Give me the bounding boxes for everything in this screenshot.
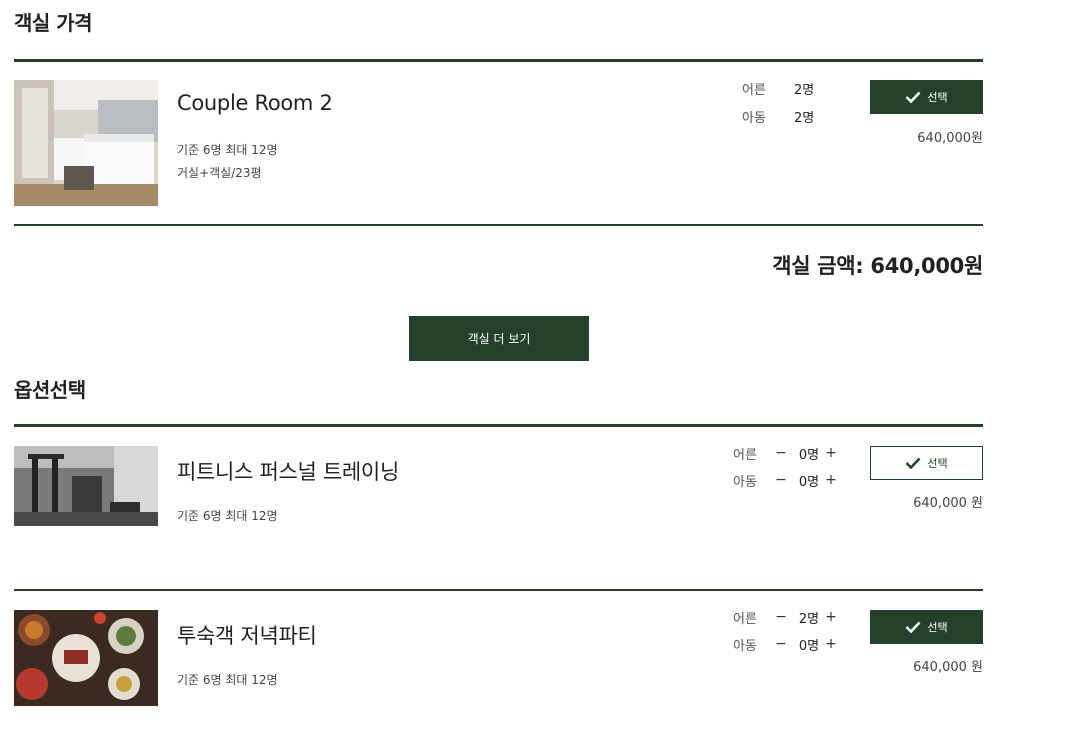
room-adult-row: 어른 2명 (742, 78, 814, 98)
room-price: 640,000원 (917, 131, 983, 146)
room-price-title: 객실 가격 (14, 11, 93, 35)
increment-button[interactable]: + (825, 636, 837, 652)
increment-button[interactable]: + (825, 609, 837, 625)
decrement-button[interactable]: − (769, 445, 793, 461)
room-child-row: 아동 2명 (742, 106, 814, 126)
row-divider (14, 224, 983, 226)
option-price: 640,000 원 (913, 496, 983, 511)
select-label: 선택 (927, 91, 948, 104)
option-child-row: 아동 − 0명 + (733, 470, 837, 490)
option-price: 640,000 원 (913, 660, 983, 675)
option-child-row: 아동 − 0명 + (733, 634, 837, 654)
more-rooms-button[interactable]: 객실 더 보기 (409, 316, 589, 361)
check-icon (905, 621, 921, 633)
option-name: 투숙객 저녁파티 (177, 624, 317, 648)
adult-label: 어른 (742, 82, 766, 98)
option-adult-row: 어른 − 2명 + (733, 607, 837, 627)
option-capacity: 기준 6명 최대 12명 (177, 673, 278, 687)
fitness-thumbnail (14, 446, 158, 526)
adult-count: 2명 (798, 611, 820, 627)
decrement-button[interactable]: − (769, 472, 793, 488)
child-count: 2명 (794, 110, 815, 126)
room-name: Couple Room 2 (177, 91, 333, 115)
option-select-button[interactable]: 선택 (870, 610, 983, 644)
dinner-thumbnail (14, 610, 158, 706)
option-name: 피트니스 퍼스널 트레이닝 (177, 460, 399, 484)
adult-count: 2명 (794, 82, 815, 98)
row-divider (14, 589, 983, 591)
room-select-button[interactable]: 선택 (870, 80, 983, 114)
child-label: 아동 (733, 638, 757, 654)
adult-count: 0명 (798, 447, 820, 463)
room-capacity: 기준 6명 최대 12명 (177, 143, 278, 157)
option-adult-row: 어른 − 0명 + (733, 443, 837, 463)
option-capacity: 기준 6명 최대 12명 (177, 509, 278, 523)
child-label: 아동 (733, 474, 757, 490)
section-divider (14, 59, 983, 62)
increment-button[interactable]: + (825, 472, 837, 488)
section-divider (14, 424, 983, 427)
room-layout: 거실+객실/23평 (177, 166, 262, 180)
room-total-amount: 객실 금액: 640,000원 (772, 254, 983, 278)
decrement-button[interactable]: − (769, 636, 793, 652)
decrement-button[interactable]: − (769, 609, 793, 625)
select-label: 선택 (927, 457, 948, 470)
adult-label: 어른 (733, 611, 757, 627)
child-count: 0명 (798, 474, 820, 490)
option-section-title: 옵션선택 (14, 378, 86, 402)
check-icon (905, 457, 921, 469)
option-select-button[interactable]: 선택 (870, 446, 983, 480)
adult-label: 어른 (733, 447, 757, 463)
select-label: 선택 (927, 621, 948, 634)
increment-button[interactable]: + (825, 445, 837, 461)
check-icon (905, 91, 921, 103)
room-thumbnail (14, 80, 158, 206)
child-count: 0명 (798, 638, 820, 654)
child-label: 아동 (742, 110, 766, 126)
